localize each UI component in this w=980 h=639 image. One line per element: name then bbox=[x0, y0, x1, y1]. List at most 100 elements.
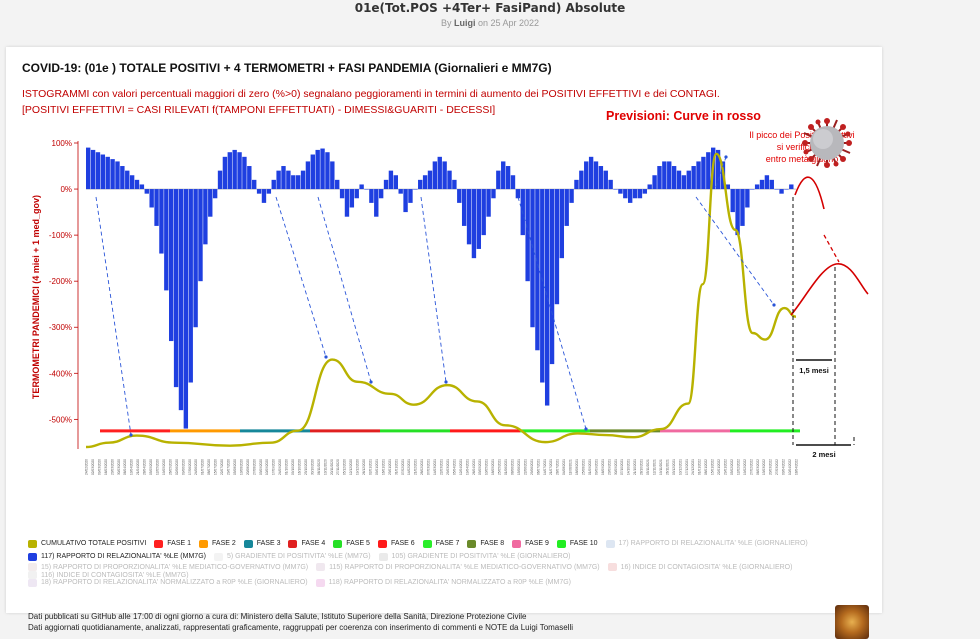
x-tick-label: 15/06/2021 bbox=[517, 459, 521, 475]
legend-swatch bbox=[154, 539, 164, 548]
post-title: 01e(Tot.POS +4Ter+ FasiPand) Absolute bbox=[354, 1, 626, 15]
bar bbox=[129, 175, 135, 190]
post-author-link[interactable]: Luigi bbox=[454, 18, 476, 28]
bar bbox=[120, 166, 125, 190]
legend-item-phase: FASE 7 bbox=[422, 539, 459, 548]
bar bbox=[281, 166, 286, 190]
bar bbox=[286, 170, 291, 190]
bar bbox=[706, 152, 711, 190]
coronavirus-icon bbox=[802, 118, 852, 168]
legend-swatch bbox=[28, 578, 37, 587]
bar bbox=[476, 189, 482, 249]
x-tick-label: 21/04/2020 bbox=[136, 459, 140, 475]
x-tick-label: 28/02/2021 bbox=[420, 459, 424, 475]
x-tick-label: 03/12/2021 bbox=[672, 459, 676, 475]
x-tick-label: 22/03/2021 bbox=[440, 459, 444, 475]
bar bbox=[637, 189, 643, 199]
bar bbox=[662, 161, 667, 190]
x-tick-label: 07/02/2021 bbox=[401, 459, 405, 475]
legend-label: FASE 6 bbox=[390, 540, 415, 547]
measure-label-1: 1,5 mesi bbox=[799, 366, 829, 375]
bar bbox=[247, 166, 252, 190]
x-tick-label: 23/09/2021 bbox=[607, 459, 611, 475]
bar bbox=[657, 166, 662, 190]
x-tick-label: 12/05/2020 bbox=[156, 459, 160, 475]
legend-label: FASE 2 bbox=[212, 540, 236, 547]
bar bbox=[300, 170, 306, 190]
bar bbox=[501, 161, 506, 190]
bar bbox=[510, 175, 516, 190]
bar bbox=[740, 189, 745, 226]
bar bbox=[647, 184, 652, 190]
bar bbox=[95, 152, 101, 190]
legend-swatch bbox=[28, 539, 37, 548]
bar bbox=[691, 166, 696, 190]
x-tick-label: 29/01/2022 bbox=[724, 459, 728, 475]
x-tick-label: 19/04/2021 bbox=[465, 459, 469, 475]
x-tick-label: 29/03/2021 bbox=[446, 459, 450, 475]
x-tick-label: 18/04/2022 bbox=[795, 459, 799, 475]
bar bbox=[339, 189, 345, 199]
x-tick-label: 23/03/2020 bbox=[110, 459, 114, 475]
legend-item-phase: FASE 3 bbox=[243, 539, 280, 548]
bar bbox=[466, 189, 472, 245]
x-tick-label: 09/06/2020 bbox=[181, 459, 185, 475]
bar bbox=[291, 175, 296, 190]
legend-label: 17) RAPPORTO DI RELAZIONALITA' %LE (GIOR… bbox=[618, 540, 808, 547]
bar bbox=[496, 170, 501, 190]
legend-item-hidden-series: 5) GRADIENTE DI POSITIVITA' %LE (MM7G) bbox=[213, 552, 371, 561]
x-tick-label: 11/08/2021 bbox=[569, 459, 573, 475]
bar bbox=[564, 189, 569, 226]
bar bbox=[378, 189, 384, 199]
bar bbox=[208, 189, 213, 217]
bar bbox=[315, 149, 320, 190]
bar bbox=[232, 149, 237, 190]
bar bbox=[574, 179, 579, 190]
legend-swatch bbox=[605, 539, 615, 548]
legend-swatch bbox=[377, 539, 387, 548]
bar bbox=[598, 166, 604, 190]
x-tick-label: 08/06/2021 bbox=[511, 459, 515, 475]
arrow-head bbox=[772, 303, 776, 307]
bar bbox=[183, 189, 189, 429]
bar bbox=[178, 189, 184, 411]
bar bbox=[100, 154, 106, 190]
bar bbox=[486, 189, 491, 217]
bar bbox=[745, 189, 750, 208]
bar bbox=[481, 189, 486, 236]
x-tick-label: 14/03/2021 bbox=[433, 459, 437, 475]
x-tick-label: 16/03/2020 bbox=[104, 459, 108, 475]
bar bbox=[193, 189, 198, 328]
x-tick-label: 26/04/2021 bbox=[472, 459, 476, 475]
x-tick-label: 20/03/2022 bbox=[769, 459, 773, 475]
bar bbox=[750, 189, 755, 190]
chart-subtitle-1: ISTOGRAMMI con valori percentuali maggio… bbox=[22, 88, 720, 100]
legend-label: 117) RAPPORTO DI RELAZIONALITA' %LE (MM7… bbox=[41, 553, 206, 560]
x-tick-label: 14/02/2021 bbox=[407, 459, 411, 475]
x-tick-label: 12/12/2020 bbox=[349, 459, 353, 475]
legend-row-2: 117) RAPPORTO DI RELAZIONALITA' %LE (MM7… bbox=[28, 550, 888, 563]
bar bbox=[164, 189, 169, 291]
x-tick-label: 13/08/2020 bbox=[239, 459, 243, 475]
bar bbox=[252, 179, 257, 190]
bar bbox=[452, 179, 457, 190]
x-tick-label: 12/11/2021 bbox=[653, 459, 657, 475]
bar bbox=[579, 170, 584, 190]
x-tick-label: 29/06/2021 bbox=[530, 459, 534, 475]
bar bbox=[217, 170, 223, 190]
x-tick-label: 28/04/2020 bbox=[143, 459, 147, 475]
phase-segment bbox=[380, 429, 450, 433]
legend-item-phase: FASE 4 bbox=[288, 539, 325, 548]
bar bbox=[618, 189, 623, 194]
forecast-curve-2 bbox=[790, 263, 869, 316]
x-tick-label: 19/11/2021 bbox=[659, 459, 663, 475]
x-tick-label: 03/05/2021 bbox=[478, 459, 482, 475]
x-tick-label: 13/04/2020 bbox=[130, 459, 134, 475]
bar bbox=[330, 161, 335, 190]
x-tick-label: 02/01/2021 bbox=[369, 459, 373, 475]
bar bbox=[398, 189, 403, 194]
x-tick-label: 06/03/2022 bbox=[756, 459, 760, 475]
legend-swatch bbox=[333, 539, 343, 548]
chart-title: COVID-19: (01e ) TOTALE POSITIVI + 4 TER… bbox=[22, 61, 552, 75]
x-tick-label: 22/01/2022 bbox=[717, 459, 721, 475]
